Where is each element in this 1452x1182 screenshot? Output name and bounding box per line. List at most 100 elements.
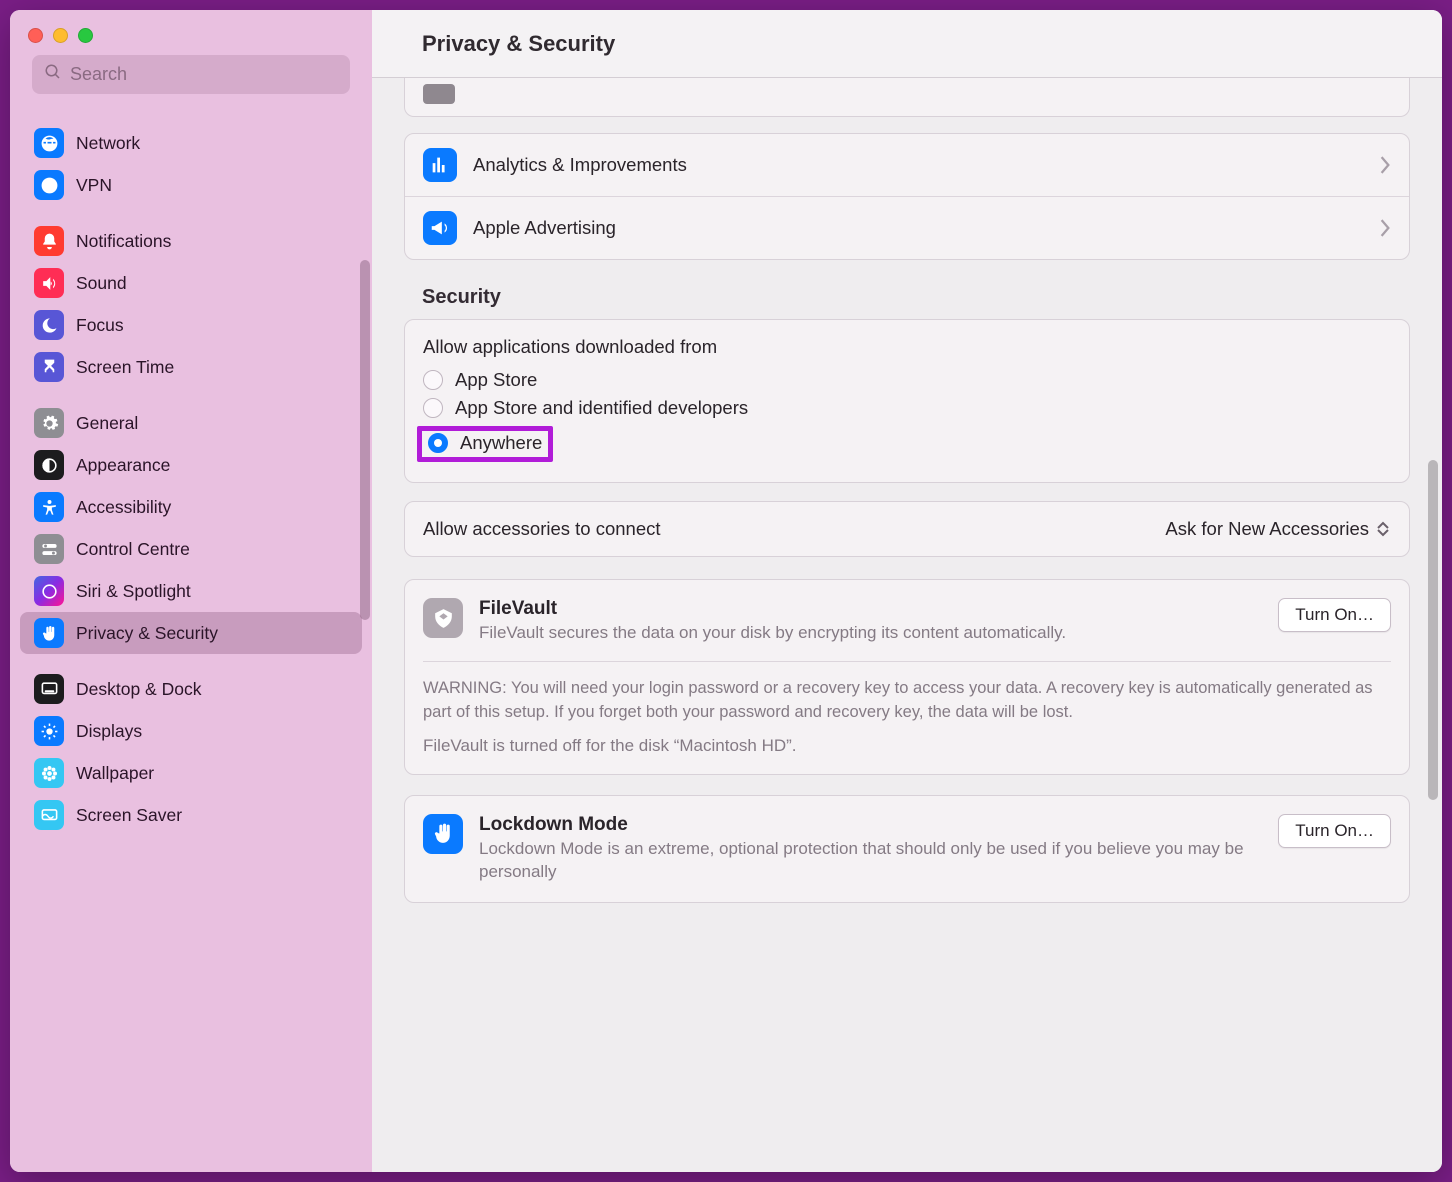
sidebar: Network VPN Notifications Sound: [10, 10, 372, 1172]
globe-lock-icon: [34, 170, 64, 200]
sidebar-item-screen-time[interactable]: Screen Time: [20, 346, 362, 388]
divider: [423, 661, 1391, 662]
lockdown-title: Lockdown Mode: [479, 814, 1262, 836]
minimise-window-button[interactable]: [53, 28, 68, 43]
lockdown-desc: Lockdown Mode is an extreme, optional pr…: [479, 838, 1262, 884]
sidebar-item-label: VPN: [76, 175, 112, 196]
hourglass-icon: [34, 352, 64, 382]
screen-saver-icon: [34, 800, 64, 830]
row-label: Apple Advertising: [473, 217, 1363, 239]
radio-anywhere[interactable]: Anywhere: [428, 432, 542, 454]
window-controls: [10, 10, 372, 55]
lockdown-card: Lockdown Mode Lockdown Mode is an extrem…: [404, 795, 1410, 903]
sidebar-item-label: Screen Saver: [76, 805, 182, 826]
sidebar-item-label: General: [76, 413, 138, 434]
flower-icon: [34, 758, 64, 788]
sidebar-item-screen-saver[interactable]: Screen Saver: [20, 794, 362, 836]
sidebar-item-label: Wallpaper: [76, 763, 154, 784]
sidebar-item-label: Privacy & Security: [76, 623, 218, 644]
accessories-dropdown[interactable]: Ask for New Accessories: [1165, 518, 1391, 540]
sidebar-item-displays[interactable]: Displays: [20, 710, 362, 752]
row-label: Analytics & Improvements: [473, 154, 1363, 176]
sidebar-item-label: Notifications: [76, 231, 171, 252]
sidebar-item-wallpaper[interactable]: Wallpaper: [20, 752, 362, 794]
sidebar-item-label: Screen Time: [76, 357, 174, 378]
sidebar-item-notifications[interactable]: Notifications: [20, 220, 362, 262]
filevault-warning: WARNING: You will need your login passwo…: [423, 677, 1391, 723]
sidebar-item-label: Focus: [76, 315, 124, 336]
page-title: Privacy & Security: [422, 31, 615, 57]
filevault-card: FileVault FileVault secures the data on …: [404, 579, 1410, 775]
filevault-turn-on-button[interactable]: Turn On…: [1278, 598, 1391, 632]
gear-icon: [34, 408, 64, 438]
sidebar-item-sound[interactable]: Sound: [20, 262, 362, 304]
highlight-annotation: Anywhere: [417, 426, 553, 462]
privacy-links-card: Analytics & Improvements Apple Advertisi…: [404, 133, 1410, 260]
analytics-improvements-row[interactable]: Analytics & Improvements: [405, 134, 1409, 196]
sidebar-item-label: Accessibility: [76, 497, 171, 518]
sidebar-item-label: Desktop & Dock: [76, 679, 201, 700]
sidebar-scrollbar[interactable]: [360, 260, 370, 620]
sidebar-item-label: Control Centre: [76, 539, 190, 560]
sidebar-item-focus[interactable]: Focus: [20, 304, 362, 346]
accessories-row[interactable]: Allow accessories to connect Ask for New…: [404, 501, 1410, 557]
apple-advertising-row[interactable]: Apple Advertising: [405, 196, 1409, 259]
sidebar-item-vpn[interactable]: VPN: [20, 164, 362, 206]
sidebar-item-accessibility[interactable]: Accessibility: [20, 486, 362, 528]
sidebar-item-control-centre[interactable]: Control Centre: [20, 528, 362, 570]
radio-button[interactable]: [423, 370, 443, 390]
filevault-icon: [423, 598, 463, 638]
settings-window: Network VPN Notifications Sound: [10, 10, 1442, 1172]
dock-icon: [34, 674, 64, 704]
sidebar-item-appearance[interactable]: Appearance: [20, 444, 362, 486]
sidebar-item-desktop-dock[interactable]: Desktop & Dock: [20, 668, 362, 710]
radio-app-store[interactable]: App Store: [423, 366, 1391, 394]
search-icon: [44, 63, 70, 86]
globe-icon: [34, 128, 64, 158]
sidebar-scroll[interactable]: Network VPN Notifications Sound: [10, 108, 372, 1172]
main-panel: Privacy & Security Analytics & Improveme…: [372, 10, 1442, 1172]
content-scrollbar[interactable]: [1428, 460, 1438, 800]
close-window-button[interactable]: [28, 28, 43, 43]
accessibility-icon: [34, 492, 64, 522]
search-field[interactable]: [32, 55, 350, 94]
sun-icon: [34, 716, 64, 746]
partial-row-top[interactable]: [404, 78, 1410, 117]
radio-label: App Store: [455, 369, 537, 391]
sidebar-item-privacy-security[interactable]: Privacy & Security: [20, 612, 362, 654]
filevault-status: FileVault is turned off for the disk “Ma…: [423, 736, 1391, 756]
search-input[interactable]: [70, 64, 338, 85]
chevron-up-down-icon: [1375, 518, 1391, 540]
lockdown-turn-on-button[interactable]: Turn On…: [1278, 814, 1391, 848]
content-scroll[interactable]: Analytics & Improvements Apple Advertisi…: [372, 78, 1442, 1172]
filevault-title: FileVault: [479, 598, 1262, 620]
moon-icon: [34, 310, 64, 340]
siri-icon: [34, 576, 64, 606]
chevron-right-icon: [1379, 156, 1391, 174]
megaphone-icon: [423, 211, 457, 245]
sidebar-item-label: Sound: [76, 273, 127, 294]
lockdown-icon: [423, 814, 463, 854]
radio-button[interactable]: [423, 398, 443, 418]
security-section-title: Security: [422, 286, 1410, 309]
radio-label: Anywhere: [460, 432, 542, 454]
sidebar-item-siri-spotlight[interactable]: Siri & Spotlight: [20, 570, 362, 612]
radio-button[interactable]: [428, 433, 448, 453]
chevron-right-icon: [1379, 219, 1391, 237]
bell-icon: [34, 226, 64, 256]
analytics-icon: [423, 148, 457, 182]
hand-icon: [34, 618, 64, 648]
partial-icon: [423, 84, 455, 104]
accessories-label: Allow accessories to connect: [423, 518, 661, 540]
appearance-icon: [34, 450, 64, 480]
sidebar-item-label: Appearance: [76, 455, 170, 476]
sidebar-item-network[interactable]: Network: [20, 122, 362, 164]
sidebar-item-label: Siri & Spotlight: [76, 581, 191, 602]
zoom-window-button[interactable]: [78, 28, 93, 43]
sidebar-item-label: Network: [76, 133, 140, 154]
allow-apps-label: Allow applications downloaded from: [423, 336, 1391, 358]
sidebar-item-general[interactable]: General: [20, 402, 362, 444]
filevault-desc: FileVault secures the data on your disk …: [479, 622, 1262, 645]
radio-identified-developers[interactable]: App Store and identified developers: [423, 394, 1391, 422]
speaker-icon: [34, 268, 64, 298]
